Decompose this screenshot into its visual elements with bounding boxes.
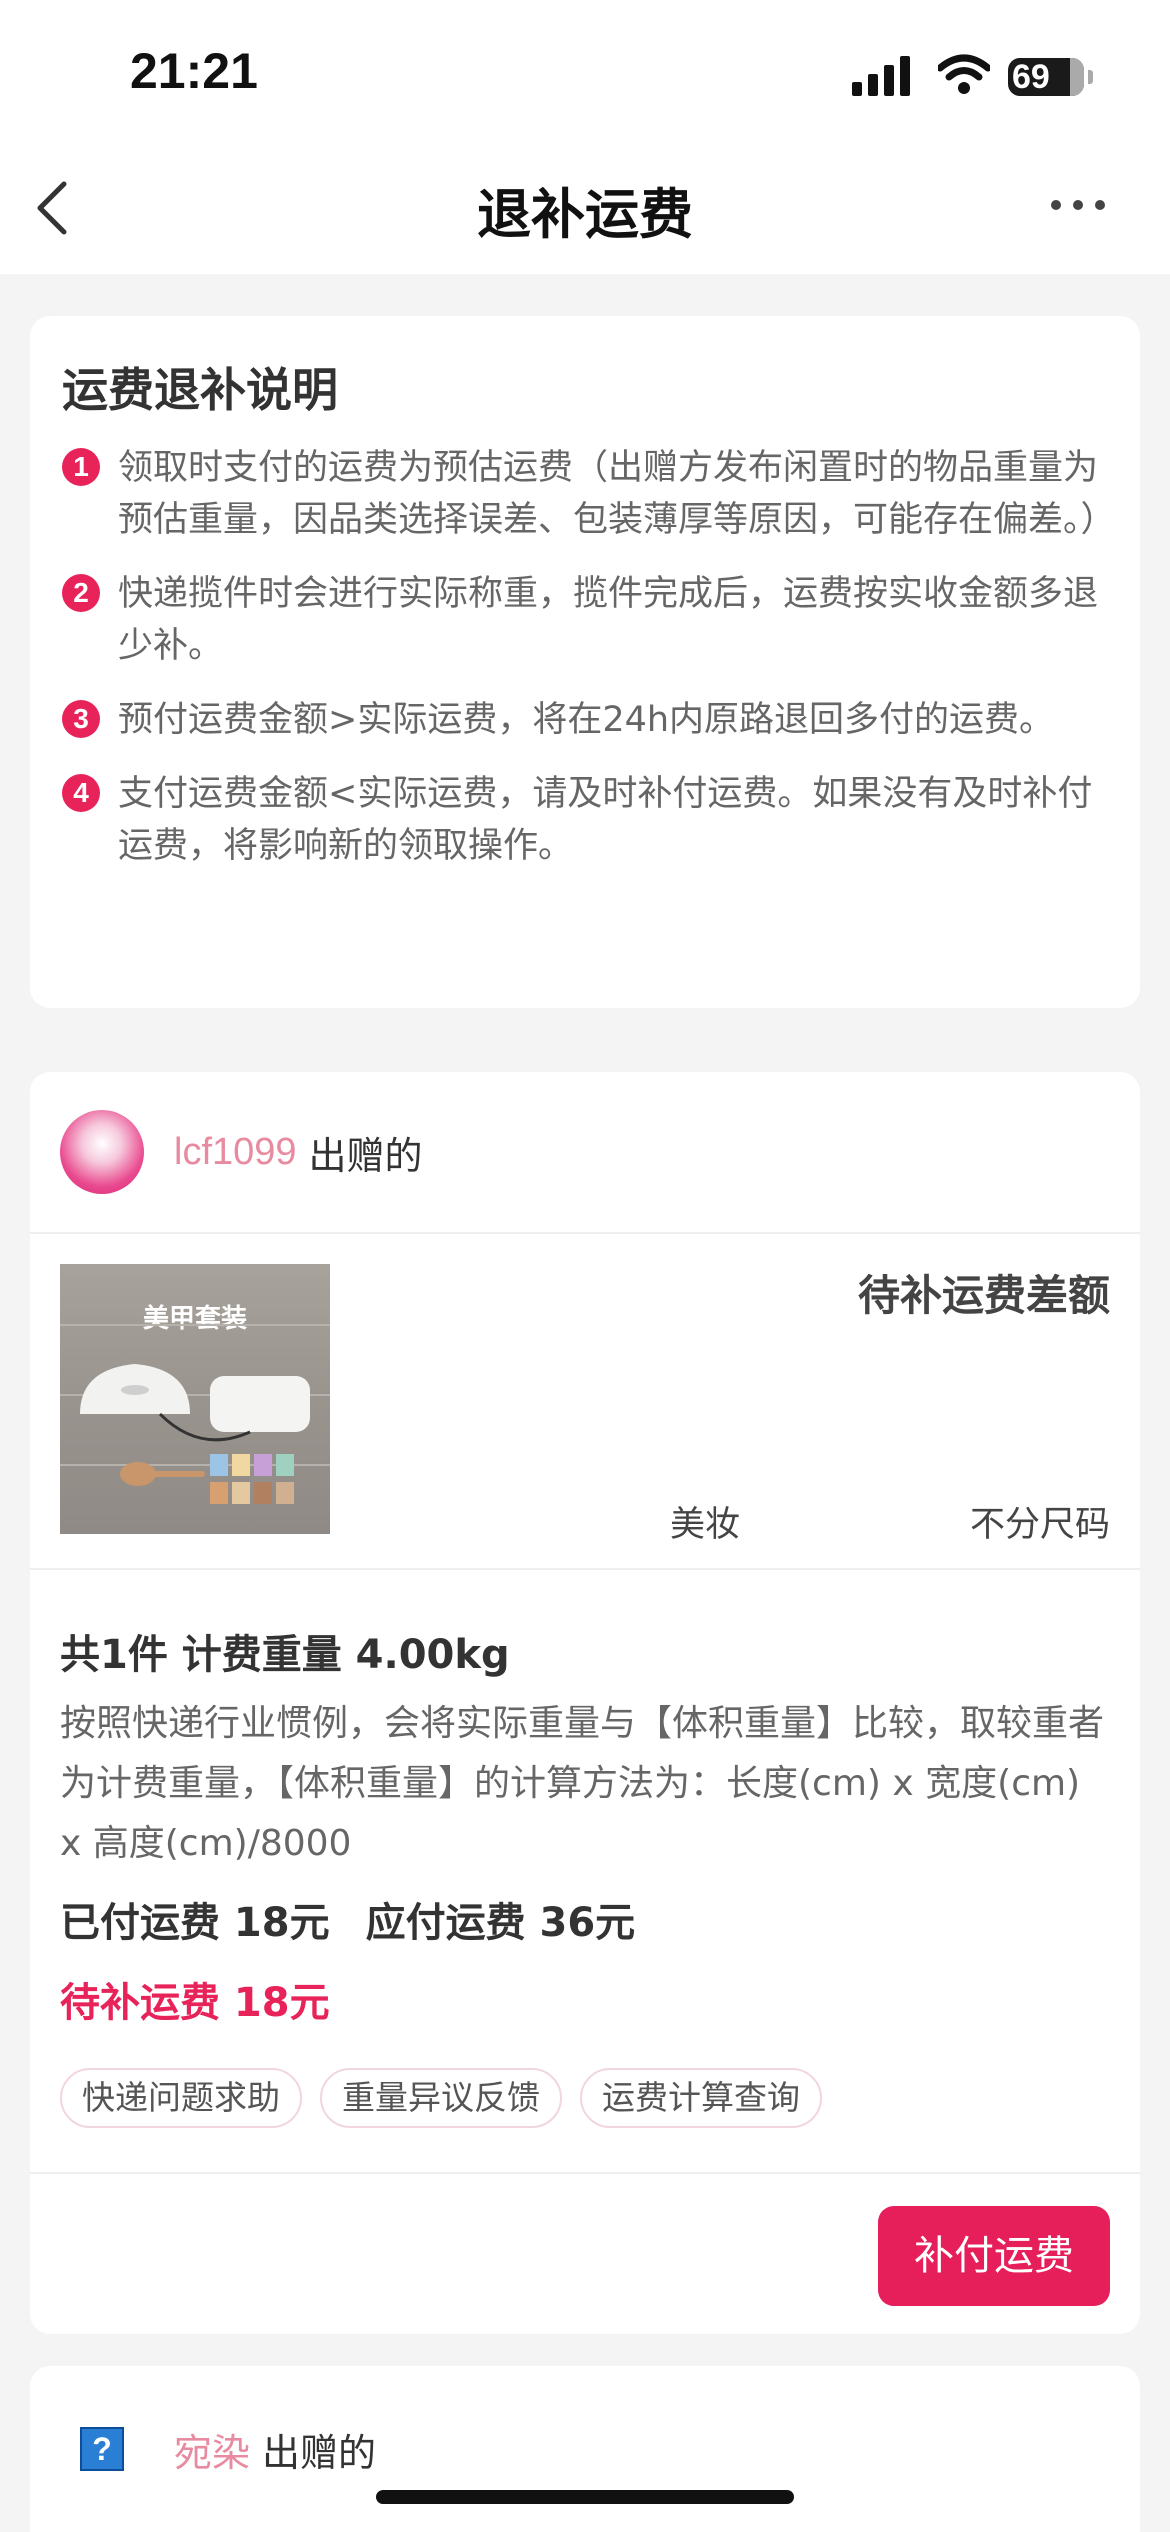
product-category: 美妆 <box>670 1505 741 1545</box>
rule-text: 预付运费金额>实际运费，将在24h内原路退回多付的运费。 <box>118 700 1055 740</box>
cellular-signal-icon <box>852 56 910 96</box>
giver-row[interactable]: ? 宛染 出赠的 <box>30 2366 1140 2532</box>
gift-order-card: lcf1099 出赠的 美甲套装 待补运费差额 美妆 不分尺码 共1件 计费重量… <box>30 1072 1140 2334</box>
page-title: 退补运费 <box>477 183 693 246</box>
explanation-title: 运费退补说明 <box>62 363 338 417</box>
battery-level: 69 <box>1012 58 1050 96</box>
avatar[interactable] <box>60 1110 144 1194</box>
rule-text: 领取时支付的运费为预估运费（出赠方发布闲置时的物品重量为预估重量，因品类选择误差… <box>118 448 1116 540</box>
giver-name[interactable]: 宛染 <box>174 2422 250 2477</box>
product-image[interactable]: 美甲套装 <box>60 1264 330 1534</box>
fee-line: 已付运费 18元 应付运费 36元 <box>60 1890 1110 1948</box>
giver-suffix: 出赠的 <box>262 2430 377 2475</box>
rule-item: 1 领取时支付的运费为预估运费（出赠方发布闲置时的物品重量为预估重量，因品类选择… <box>62 442 1116 546</box>
rule-text: 快递揽件时会进行实际称重，揽件完成后，运费按实收金额多退少补。 <box>118 574 1099 666</box>
help-tag-row: 快递问题求助 重量异议反馈 运费计算查询 <box>60 2068 1110 2128</box>
product-row[interactable]: 美甲套装 待补运费差额 美妆 不分尺码 <box>30 1234 1140 1570</box>
battery-tip <box>1088 70 1093 84</box>
shipping-explanation-card: 运费退补说明 1 领取时支付的运费为预估运费（出赠方发布闲置时的物品重量为预估重… <box>30 316 1140 1008</box>
paid-fee: 已付运费 18元 <box>60 1900 330 1946</box>
shipping-detail: 共1件 计费重量 4.00kg 按照快递行业惯例，会将实际重量与【体积重量】比较… <box>30 1570 1140 2174</box>
avatar[interactable]: ? <box>60 2407 144 2491</box>
rule-number-badge: 3 <box>62 700 100 738</box>
product-status: 待补运费差额 <box>857 1271 1110 1320</box>
tag-fee-calculation[interactable]: 运费计算查询 <box>580 2068 822 2128</box>
wifi-icon <box>938 54 990 94</box>
rule-item: 2 快递揽件时会进行实际称重，揽件完成后，运费按实收金额多退少补。 <box>62 568 1108 672</box>
weight-note: 按照快递行业惯例，会将实际重量与【体积重量】比较，取较重者为计费重量，【体积重量… <box>60 1703 1105 1864</box>
count-weight: 共1件 计费重量 4.00kg <box>60 1632 510 1678</box>
home-indicator[interactable] <box>376 2490 794 2504</box>
nav-bar: 退补运费 <box>0 150 1170 274</box>
nail-kit-illustration <box>60 1324 330 1504</box>
giver-row[interactable]: lcf1099 出赠的 <box>30 1072 1140 1234</box>
giver-suffix: 出赠的 <box>308 1133 423 1178</box>
status-time: 21:21 <box>130 43 258 99</box>
pay-shipping-button[interactable]: 补付运费 <box>878 2206 1110 2306</box>
tag-weight-dispute[interactable]: 重量异议反馈 <box>320 2068 562 2128</box>
rule-text: 支付运费金额<实际运费，请及时补付运费。如果没有及时补付运费，将影响新的领取操作… <box>118 774 1093 866</box>
battery-icon: 69 <box>1008 58 1084 96</box>
due-fee: 应付运费 36元 <box>365 1900 636 1946</box>
rule-item: 4 支付运费金额<实际运费，请及时补付运费。如果没有及时补付运费，将影响新的领取… <box>62 768 1108 872</box>
rule-number-badge: 2 <box>62 574 100 612</box>
rule-number-badge: 1 <box>62 448 100 486</box>
question-mark-icon: ? <box>80 2427 124 2471</box>
giver-name[interactable]: lcf1099 <box>174 1131 297 1174</box>
action-row: 补付运费 <box>30 2174 1140 2334</box>
rule-number-badge: 4 <box>62 774 100 812</box>
more-options-icon[interactable] <box>1048 190 1108 220</box>
status-bar: 21:21 69 <box>0 0 1170 150</box>
tag-delivery-help[interactable]: 快递问题求助 <box>60 2068 302 2128</box>
product-size: 不分尺码 <box>969 1505 1110 1545</box>
rule-item: 3 预付运费金额>实际运费，将在24h内原路退回多付的运费。 <box>62 694 1108 746</box>
pending-fee: 待补运费 18元 <box>60 1980 330 2026</box>
gift-order-card: ? 宛染 出赠的 <box>30 2366 1140 2532</box>
